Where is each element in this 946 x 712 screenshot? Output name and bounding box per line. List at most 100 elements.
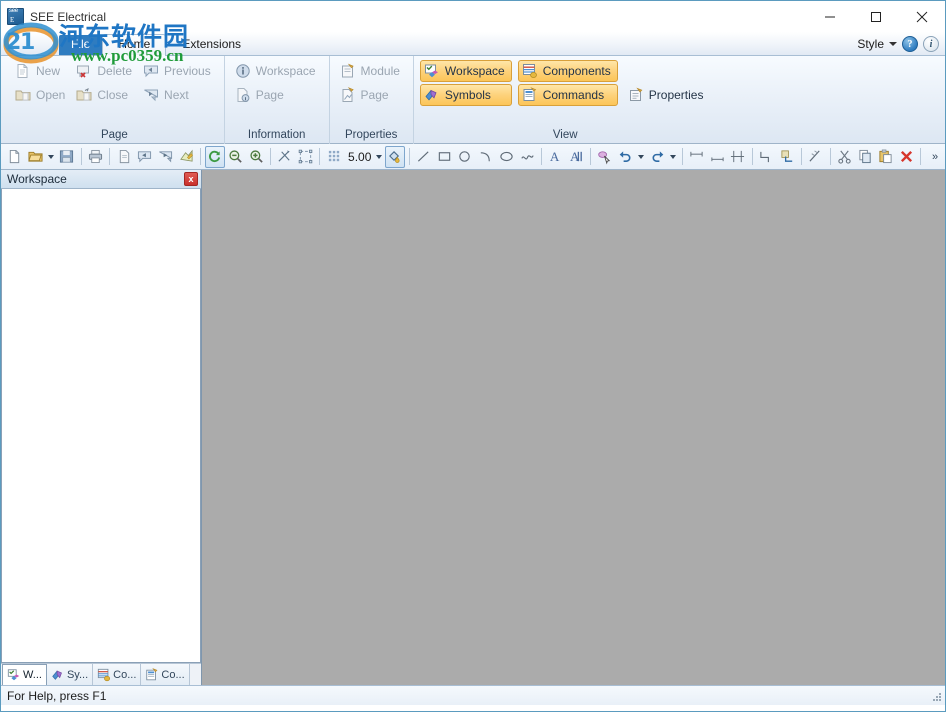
toolbar-delete-icon[interactable] <box>897 146 917 168</box>
toolbar-separator <box>408 148 410 165</box>
toolbar-cut-icon[interactable] <box>834 146 854 168</box>
ribbon-button-page-properties[interactable]: Page <box>336 84 407 106</box>
workspace-tree[interactable] <box>1 189 201 663</box>
quick-toolbar: 5.00 A A » <box>1 144 945 170</box>
toolbar-line-icon[interactable] <box>414 146 434 168</box>
toolbar-separator <box>109 148 111 165</box>
chevron-down-icon[interactable] <box>889 42 897 46</box>
toolbar-fill-icon[interactable] <box>385 145 405 168</box>
toolbar-redo-icon[interactable] <box>647 146 667 168</box>
minimize-button[interactable] <box>807 1 853 32</box>
ribbon-group-information: Workspace Page Information <box>223 56 329 144</box>
ribbon-button-info-page[interactable]: Page <box>231 84 323 106</box>
drawing-canvas[interactable] <box>202 170 945 685</box>
grid-value[interactable]: 5.00 <box>345 150 373 164</box>
toolbar-ellipse-icon[interactable] <box>497 146 517 168</box>
ribbon-group-view: Workspace Symbols Components Commands Pr… <box>412 56 717 144</box>
toolbar-zoom-in-icon[interactable] <box>246 146 266 168</box>
toolbar-dimension-aligned-icon[interactable] <box>707 146 727 168</box>
toolbar-grid-icon[interactable] <box>324 146 344 168</box>
tab-file[interactable]: File <box>59 35 103 55</box>
panel-tab-symbols[interactable]: Sy... <box>46 664 94 685</box>
undo-dropdown-icon[interactable] <box>637 146 647 168</box>
ribbon-button-delete[interactable]: Delete <box>72 60 139 82</box>
resize-grip[interactable] <box>929 689 943 703</box>
toolbar-paste-icon[interactable] <box>876 146 896 168</box>
ribbon-button-new[interactable]: New <box>11 60 72 82</box>
toolbar-pick-icon[interactable] <box>595 146 615 168</box>
panel-tab-commands[interactable]: Co... <box>141 664 190 685</box>
toolbar-open-icon[interactable] <box>26 146 46 168</box>
commands-tab-icon <box>145 667 159 682</box>
grid-dropdown-icon[interactable] <box>374 146 384 168</box>
tab-home[interactable]: Home <box>102 34 167 56</box>
view-commands-icon <box>522 87 538 103</box>
ribbon-group-properties: Module Page Properties <box>328 56 413 144</box>
toolbar-dimension-vertical-icon[interactable] <box>728 146 748 168</box>
ribbon-toggle-view-workspace-label: Workspace <box>444 64 505 78</box>
ribbon-toggle-view-symbols[interactable]: Symbols <box>419 84 512 106</box>
toolbar-new-icon[interactable] <box>5 146 25 168</box>
toolbar-text-block-icon[interactable]: A <box>567 146 587 168</box>
toolbar-separator <box>751 148 753 165</box>
close-icon[interactable]: x <box>184 172 198 186</box>
ribbon-toggle-view-components[interactable]: Components <box>517 60 618 82</box>
panel-tab-workspace[interactable]: W... <box>2 664 47 685</box>
toolbar-open-dropdown-icon[interactable] <box>46 146 56 168</box>
page-column-2: Delete Close <box>72 60 139 129</box>
ribbon-button-view-properties[interactable]: Properties <box>624 84 711 106</box>
ribbon-button-info-page-label: Page <box>255 88 284 102</box>
toolbar-undo-icon[interactable] <box>616 146 636 168</box>
module-properties-icon <box>340 63 356 79</box>
info-page-icon <box>235 87 251 103</box>
ribbon-button-module-properties[interactable]: Module <box>336 60 407 82</box>
panel-tab-components[interactable]: Co... <box>93 664 142 685</box>
toolbar-polyline-icon[interactable] <box>757 146 777 168</box>
toolbar-spline-icon[interactable] <box>517 146 537 168</box>
toolbar-dimension-horizontal-icon[interactable] <box>687 146 707 168</box>
toolbar-arc-icon[interactable] <box>476 146 496 168</box>
ribbon-button-new-label: New <box>36 64 61 78</box>
main-area: Workspace x W... Sy... Co... Co... <box>1 170 945 685</box>
toolbar-overflow-icon[interactable]: » <box>925 146 945 168</box>
toolbar-zoom-extents-icon[interactable] <box>296 146 316 168</box>
toolbar-print-icon[interactable] <box>86 146 106 168</box>
toolbar-print-preview-icon[interactable] <box>176 146 196 168</box>
ribbon-toggle-view-workspace[interactable]: Workspace <box>419 60 512 82</box>
toolbar-circle-icon[interactable] <box>455 146 475 168</box>
toolbar-copy-icon[interactable] <box>855 146 875 168</box>
ribbon-toggle-view-commands[interactable]: Commands <box>517 84 618 106</box>
ribbon-group-view-body: Workspace Symbols Components Commands Pr… <box>419 60 711 129</box>
ribbon-button-close[interactable]: Close <box>72 84 139 106</box>
toolbar-next-icon[interactable] <box>156 146 176 168</box>
toolbar-text-icon[interactable]: A <box>546 146 566 168</box>
help-icon[interactable]: ? <box>902 36 918 52</box>
ribbon-button-open[interactable]: Open <box>11 84 72 106</box>
toolbar-trim-icon[interactable] <box>806 146 826 168</box>
ribbon-group-information-title: Information <box>247 129 306 141</box>
status-bar: For Help, press F1 <box>1 685 945 705</box>
toolbar-previous-icon[interactable] <box>135 146 155 168</box>
ribbon-button-previous[interactable]: Previous <box>139 60 218 82</box>
style-label[interactable]: Style <box>857 37 884 51</box>
toolbar-zoom-out-icon[interactable] <box>226 146 246 168</box>
panel-tab-workspace-label: W... <box>23 669 42 681</box>
toolbar-corner-icon[interactable] <box>777 146 797 168</box>
maximize-button[interactable] <box>853 1 899 32</box>
page-column-1: New Open <box>11 60 72 129</box>
toolbar-zoom-window-icon[interactable] <box>275 146 295 168</box>
toolbar-refresh-icon[interactable] <box>205 145 225 168</box>
ribbon-button-next[interactable]: Next <box>139 84 218 106</box>
info-icon[interactable]: i <box>923 36 939 52</box>
ribbon-button-page-properties-label: Page <box>360 88 389 102</box>
tab-extensions[interactable]: Extensions <box>166 34 257 55</box>
close-button[interactable] <box>899 1 945 32</box>
toolbar-rectangle-icon[interactable] <box>434 146 454 168</box>
redo-dropdown-icon[interactable] <box>668 146 678 168</box>
application-window: SEE Electrical File Home Extensions Styl… <box>0 0 946 712</box>
ribbon-button-module-properties-label: Module <box>360 64 400 78</box>
toolbar-save-icon[interactable] <box>57 146 77 168</box>
ribbon-button-info-workspace[interactable]: Workspace <box>231 60 323 82</box>
toolbar-page-icon[interactable] <box>114 146 134 168</box>
window-title: SEE Electrical <box>30 9 107 24</box>
